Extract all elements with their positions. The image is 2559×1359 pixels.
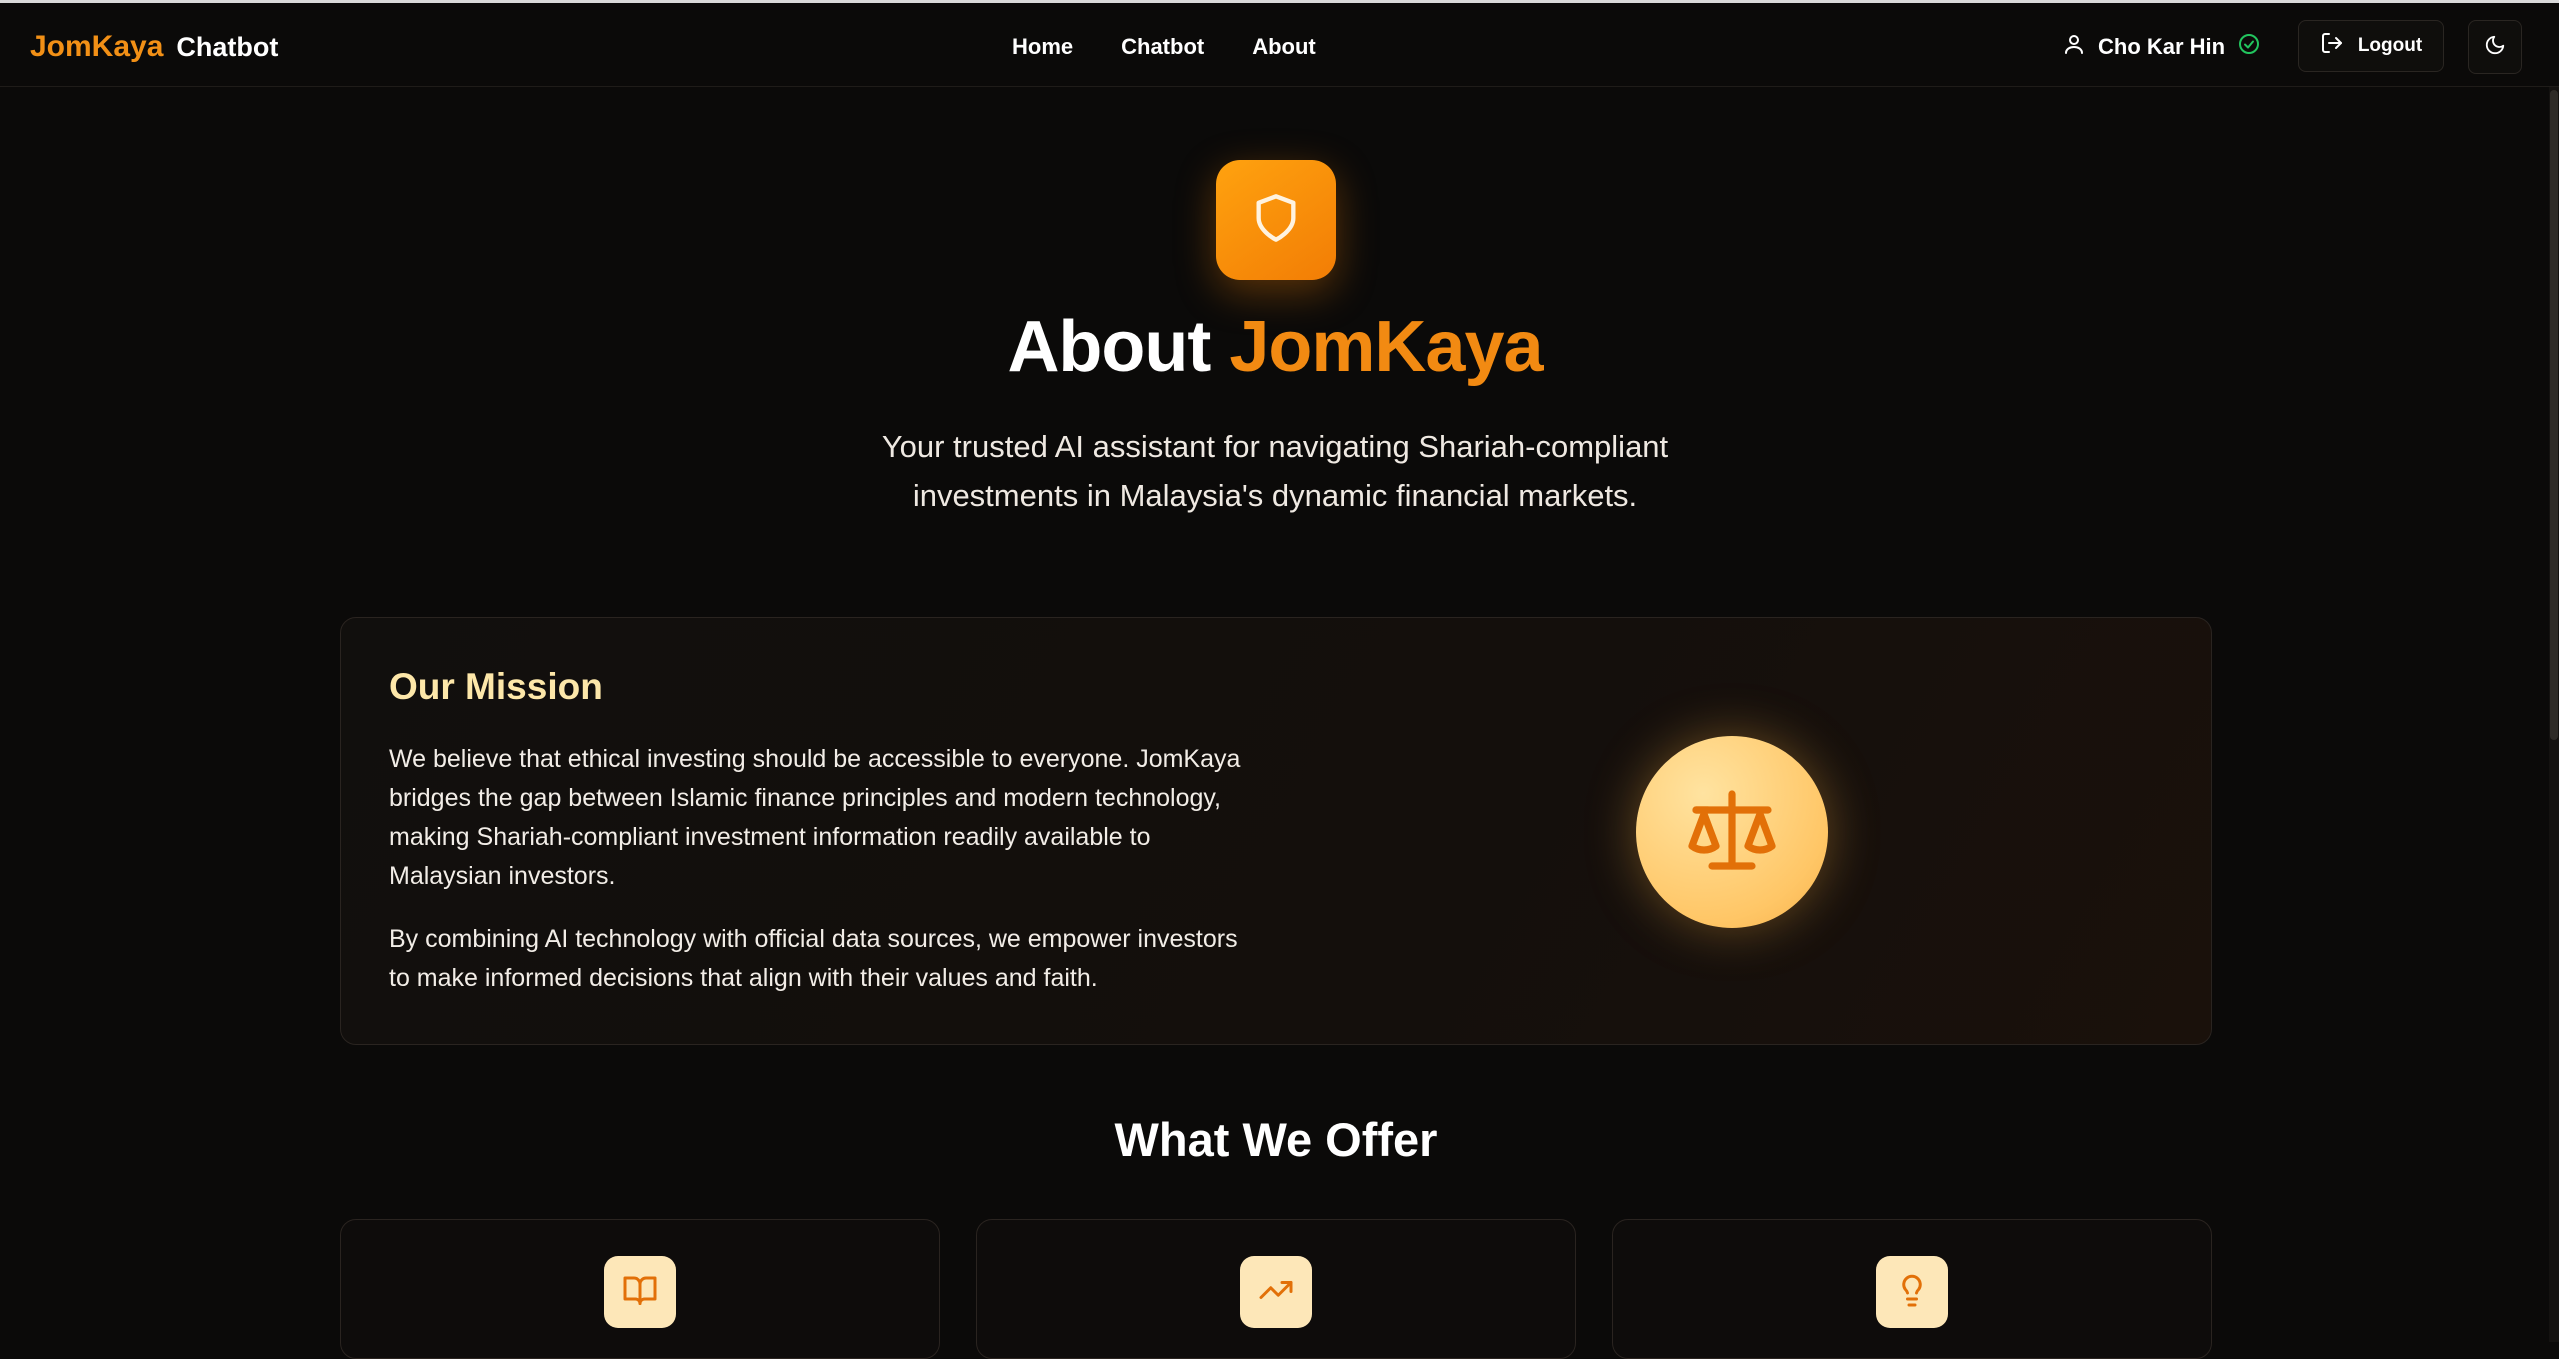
user-name: Cho Kar Hin [2098,34,2226,59]
nav-link-home[interactable]: Home [1012,34,1073,60]
book-open-icon [622,1272,658,1313]
verified-check-icon [2237,32,2261,62]
theme-toggle-button[interactable] [2468,20,2522,74]
offer-icon-badge [1876,1256,1948,1328]
offer-icon-badge [1240,1256,1312,1328]
shield-icon [1250,192,1302,249]
page-title: About JomKaya [0,306,2550,388]
brand-logo[interactable]: JomKaya Chatbot [30,27,278,67]
nav-link-about[interactable]: About [1252,34,1316,60]
logout-label: Logout [2357,35,2423,56]
offer-card [976,1219,1576,1359]
scale-icon [1684,782,1780,883]
trending-up-icon [1258,1272,1294,1313]
scrollbar-thumb[interactable] [2550,90,2558,740]
navbar: JomKaya Chatbot Home Chatbot About Cho K… [0,3,2559,87]
page-title-prefix: About [1007,307,1211,387]
moon-icon [2484,34,2506,61]
brand-primary: JomKaya [30,30,164,63]
user-icon [2062,32,2086,62]
page-subtitle: Your trusted AI assistant for navigating… [881,429,1669,513]
user-profile[interactable]: Cho Kar Hin [2062,27,2261,67]
brand-secondary: Chatbot [176,31,279,62]
mission-paragraph-2: By combining AI technology with official… [389,925,1238,992]
offer-card [340,1219,940,1359]
shield-badge [1216,160,1336,280]
main-nav: Home Chatbot About [1012,27,1316,67]
offer-card [1612,1219,2212,1359]
offer-icon-badge [604,1256,676,1328]
page-title-accent: JomKaya [1229,307,1543,387]
mission-title: Our Mission [389,666,603,707]
logout-icon [2320,31,2344,61]
mission-paragraph-1: We believe that ethical investing should… [389,745,1241,890]
scale-badge [1636,736,1828,928]
lightbulb-icon [1894,1272,1930,1313]
offer-title: What We Offer [1114,1113,1438,1166]
logout-button[interactable]: Logout [2298,20,2444,72]
nav-link-chatbot[interactable]: Chatbot [1121,34,1204,60]
mission-card: Our Mission We believe that ethical inve… [340,617,2212,1045]
